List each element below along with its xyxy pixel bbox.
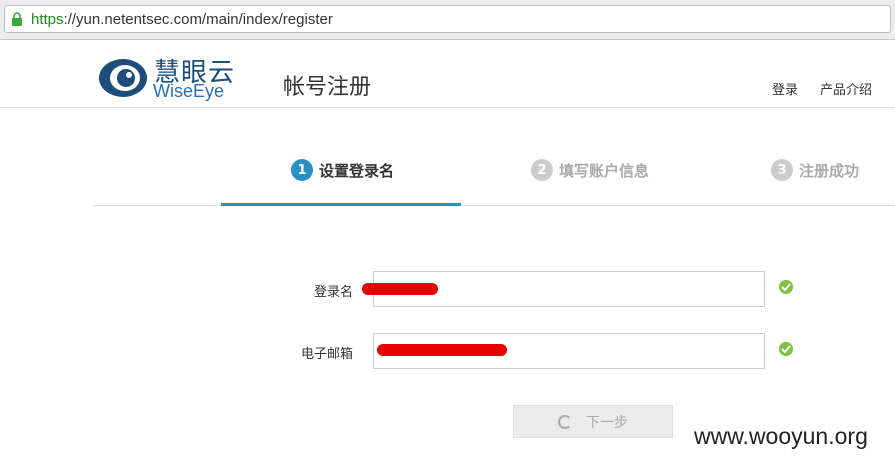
loading-spinner-icon xyxy=(558,414,572,429)
url-field[interactable]: https://yun.netentsec.com/main/index/reg… xyxy=(4,5,891,33)
url-protocol: https xyxy=(31,11,64,28)
browser-address-bar: https://yun.netentsec.com/main/index/reg… xyxy=(0,0,895,40)
step-label: 设置登录名 xyxy=(319,161,395,180)
url-path: ://yun.netentsec.com/main/index/register xyxy=(63,11,333,28)
step-fill-account-info: 2 填写账户信息 xyxy=(531,157,649,183)
lock-icon xyxy=(12,12,22,26)
username-label: 登录名 xyxy=(313,285,353,300)
step-register-success: 3 注册成功 xyxy=(771,157,859,183)
next-step-label: 下一步 xyxy=(586,414,628,431)
step-set-login-name: 1 设置登录名 xyxy=(291,157,394,183)
step-number-badge: 3 xyxy=(771,159,793,181)
next-step-button[interactable]: 下一步 xyxy=(513,405,673,438)
page-title: 帐号注册 xyxy=(283,75,372,100)
logo-english-text: WiseEye xyxy=(153,81,225,101)
check-icon xyxy=(779,342,793,356)
steps-divider xyxy=(93,205,895,206)
check-icon xyxy=(779,280,793,294)
email-label: 电子邮箱 xyxy=(300,347,353,362)
url-text: https://yun.netentsec.com/main/index/reg… xyxy=(31,11,333,28)
step-label: 注册成功 xyxy=(799,161,860,180)
watermark: www.wooyun.org xyxy=(690,423,872,450)
active-step-indicator xyxy=(221,203,461,206)
logo-eye-icon[interactable] xyxy=(98,57,148,99)
username-redaction xyxy=(362,283,438,295)
step-number-badge: 2 xyxy=(531,159,553,181)
email-redaction xyxy=(377,344,507,356)
step-label: 填写账户信息 xyxy=(559,161,650,180)
nav-login-link[interactable]: 登录 xyxy=(772,79,798,98)
nav-product-intro-link[interactable]: 产品介绍 xyxy=(820,79,872,98)
site-header: 慧眼云 WiseEye 帐号注册 登录 产品介绍 xyxy=(0,40,895,108)
step-number-badge: 1 xyxy=(291,159,313,181)
